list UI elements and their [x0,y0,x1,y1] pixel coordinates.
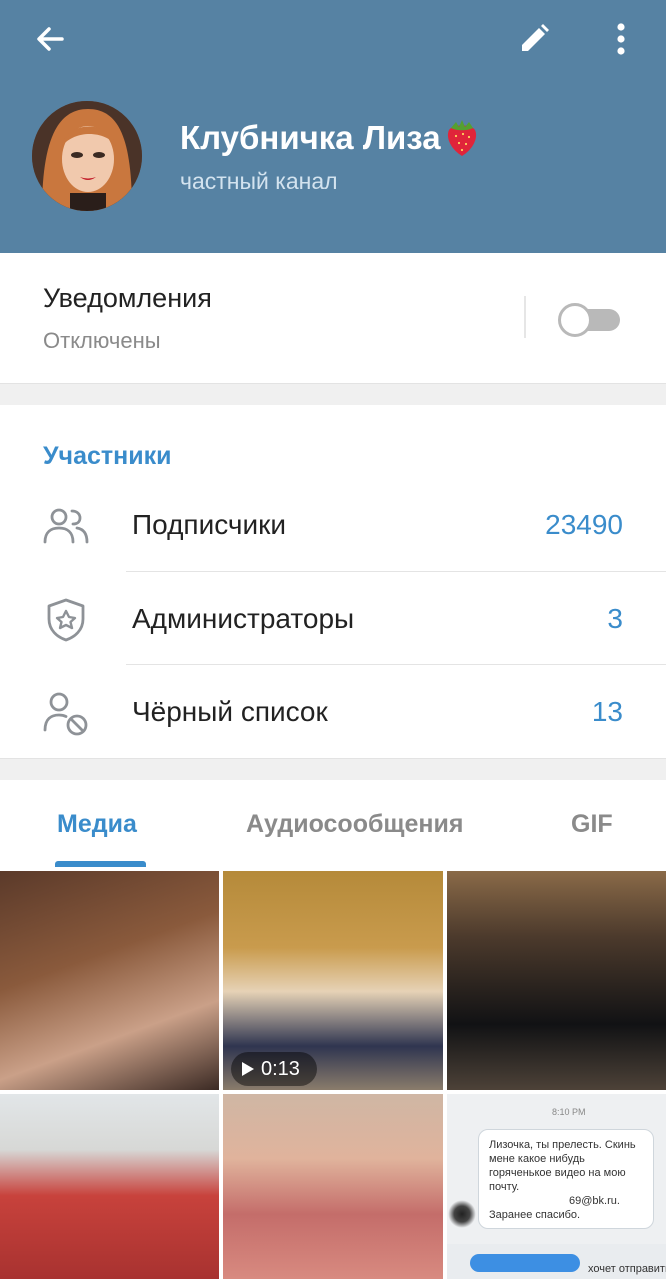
shield-star-icon [47,598,85,642]
media-thumbnail[interactable] [223,1094,443,1279]
members-row-subscribers-label[interactable]: Подписчики [132,509,286,541]
channel-title-text: Клубничка Лиза [180,119,441,156]
avatar-illustration [32,101,142,211]
pencil-icon [522,24,549,51]
row-separator [126,664,666,665]
play-icon [242,1062,254,1076]
tab-media[interactable]: Медиа [57,810,137,839]
members-row-blacklist-label[interactable]: Чёрный список [132,696,328,728]
members-row-subscribers-count: 23490 [545,509,623,540]
strawberry-emoji [447,120,476,156]
chat-preview-footer-text: хочет отправить [588,1263,666,1275]
more-vertical-icon [617,23,625,55]
edit-button[interactable] [506,14,562,64]
notifications-status: Отключены [43,328,161,353]
tab-gif[interactable]: GIF [571,810,613,839]
members-row-admins-count: 3 [607,603,623,634]
media-thumbnail[interactable] [0,871,219,1090]
users-icon [43,508,89,544]
channel-avatar[interactable] [32,101,142,211]
active-tab-indicator [55,861,146,867]
back-button[interactable] [22,14,78,64]
members-row-admins-label[interactable]: Администраторы [132,603,354,635]
video-duration-badge: 0:13 [231,1052,317,1086]
row-separator [126,571,666,572]
chat-preview-line: горяченькое видео на мою [489,1167,626,1179]
chat-preview-line: 69@bk.ru. [569,1195,620,1207]
more-button[interactable] [598,14,644,64]
channel-type: частный канал [180,168,338,194]
members-row-blacklist-icon [40,687,92,739]
divider [524,296,526,338]
scribble-mark [448,1200,476,1228]
media-thumbnail[interactable] [0,1094,219,1279]
media-thumbnail[interactable] [447,871,666,1090]
chat-preview-time: 8:10 PM [552,1107,586,1117]
chat-preview-line: Лизочка, ты прелесть. Скинь [489,1139,636,1151]
toggle-knob [558,303,592,337]
section-gap [0,383,666,405]
members-row-admins-icon [40,594,92,646]
channel-title: Клубничка Лиза [180,118,481,158]
section-gap [0,758,666,780]
members-row-blacklist-count: 13 [591,696,623,727]
video-duration: 0:13 [261,1057,300,1080]
arrow-left-icon [37,27,64,51]
notifications-toggle[interactable] [558,303,622,337]
members-row-subscribers-icon [40,500,92,552]
chat-preview-bubble: Лизочка, ты прелесть. Скинь мене какое н… [478,1129,654,1229]
redaction-mark [470,1254,580,1272]
chat-preview-line: Заранее спасибо. [489,1209,581,1221]
user-blocked-icon [43,692,88,736]
members-section-title: Участники [43,442,172,470]
chat-preview-line: мене какое нибудь [489,1153,585,1165]
notifications-label: Уведомления [43,283,212,313]
tab-voice-messages[interactable]: Аудиосообщения [246,810,463,839]
chat-preview-line: почту. [489,1181,520,1193]
